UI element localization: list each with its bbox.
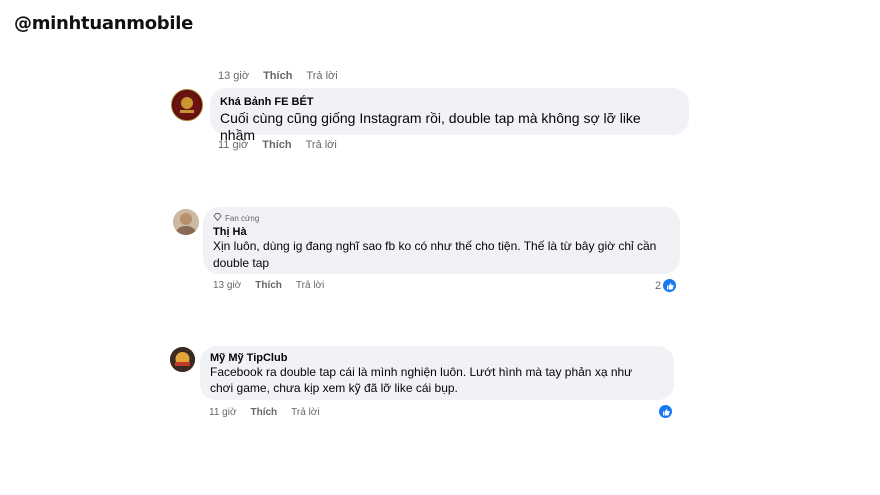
reaction-count-label: 2: [655, 279, 662, 292]
badge-label: Fan cứng: [225, 213, 260, 223]
comment-bubble: Fan cứng Thị Hà Xịn luôn, dùng ig đang n…: [203, 207, 680, 274]
comment-bubble: Mỹ Mỹ TipClub Facebook ra double tap cái…: [200, 346, 674, 400]
comment-actions: 13 giờ Thích Trả lời: [218, 70, 338, 82]
like-link[interactable]: Thích: [255, 280, 282, 291]
diamond-icon: [213, 213, 222, 223]
comment-time[interactable]: 13 giờ: [213, 280, 241, 291]
watermark: @minhtuanmobile: [14, 13, 193, 34]
comment-author[interactable]: Thị Hà: [213, 226, 670, 238]
like-link[interactable]: Thích: [251, 407, 278, 418]
comment-actions: 11 giờ Thích Trả lời: [218, 139, 337, 151]
fan-badge: Fan cứng: [213, 213, 670, 223]
avatar[interactable]: [173, 209, 199, 235]
comment-author[interactable]: Khá Bảnh FE BÉT: [220, 96, 679, 108]
like-icon: [659, 405, 672, 418]
reply-link[interactable]: Trả lời: [306, 139, 337, 151]
comment-time[interactable]: 11 giờ: [209, 407, 237, 418]
reply-link[interactable]: Trả lời: [291, 407, 319, 418]
comment-author[interactable]: Mỹ Mỹ TipClub: [210, 352, 664, 364]
comment-time[interactable]: 13 giờ: [218, 70, 249, 82]
comment-actions: 11 giờ Thích Trả lời: [209, 407, 320, 418]
avatar[interactable]: [171, 89, 203, 121]
like-link[interactable]: Thích: [263, 70, 292, 82]
like-link[interactable]: Thích: [262, 139, 291, 151]
reply-link[interactable]: Trả lời: [296, 280, 324, 291]
reaction-count[interactable]: 2: [655, 279, 677, 292]
avatar[interactable]: [170, 347, 195, 372]
reply-link[interactable]: Trả lời: [306, 70, 337, 82]
comment-text: Xịn luôn, dùng ig đang nghĩ sao fb ko có…: [213, 239, 657, 270]
comment-bubble: Khá Bảnh FE BÉT Cuối cùng cũng giống Ins…: [210, 88, 689, 143]
like-icon: [663, 279, 677, 292]
comment-actions: 13 giờ Thích Trả lời: [213, 280, 324, 291]
comment-time[interactable]: 11 giờ: [218, 139, 248, 151]
reaction-count[interactable]: [659, 405, 672, 418]
comment-text: Facebook ra double tap cái là mình nghiệ…: [210, 365, 633, 395]
